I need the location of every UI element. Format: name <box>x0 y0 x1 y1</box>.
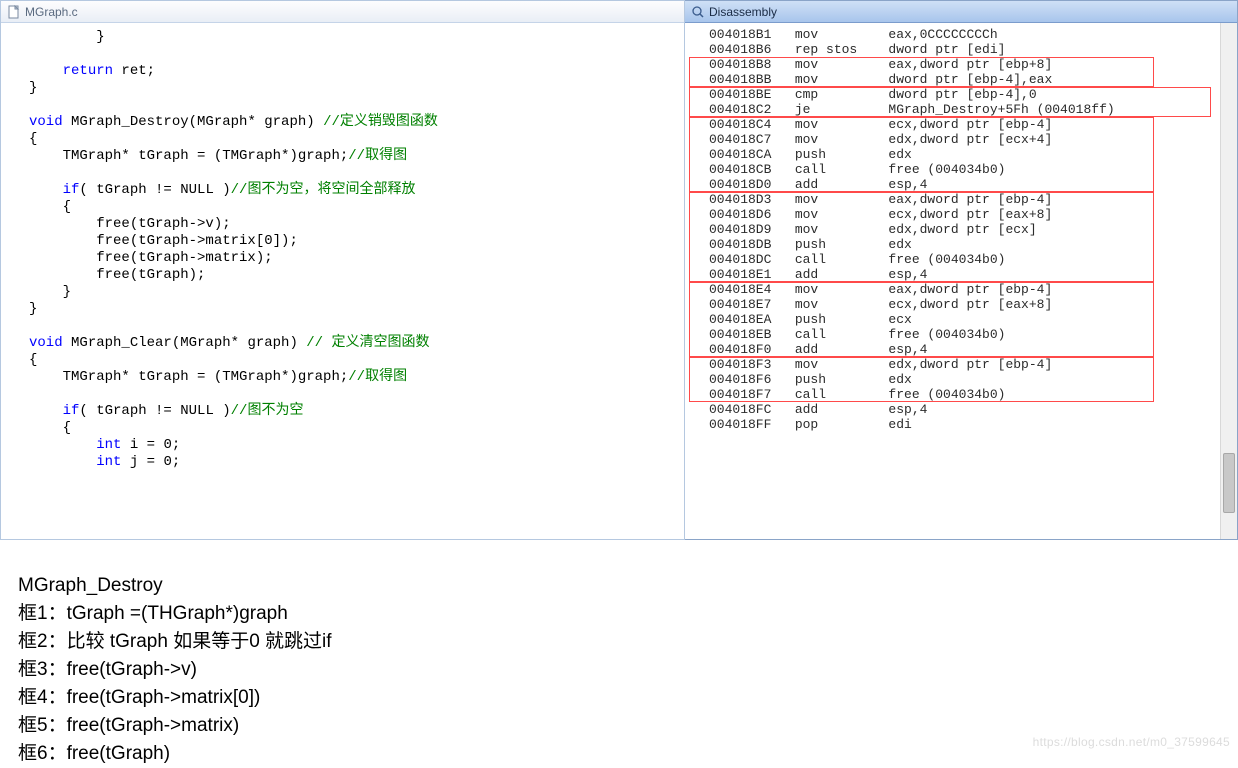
source-file-name: MGraph.c <box>25 5 78 19</box>
disassembly-title: Disassembly <box>709 5 777 19</box>
asm-row: 004018D9 mov edx,dword ptr [ecx] <box>709 222 1237 237</box>
asm-row: 004018C4 mov ecx,dword ptr [ebp-4] <box>709 117 1237 132</box>
note-line: 框3：free(tGraph->v) <box>18 656 1220 684</box>
asm-row: 004018D0 add esp,4 <box>709 177 1237 192</box>
asm-row: 004018FC add esp,4 <box>709 402 1237 417</box>
code-line: if( tGraph != NULL )//图不为空，将空间全部释放 <box>29 182 680 199</box>
asm-row: 004018B1 mov eax,0CCCCCCCCh <box>709 27 1237 42</box>
code-line: return ret; <box>29 63 680 80</box>
asm-row: 004018D6 mov ecx,dword ptr [eax+8] <box>709 207 1237 222</box>
code-line: } <box>29 284 680 301</box>
asm-row: 004018E7 mov ecx,dword ptr [eax+8] <box>709 297 1237 312</box>
code-line: free(tGraph); <box>29 267 680 284</box>
code-line <box>29 386 680 403</box>
magnifier-icon <box>691 5 705 19</box>
note-line: 框1：tGraph =(THGraph*)graph <box>18 600 1220 628</box>
notes-title: MGraph_Destroy <box>18 572 1220 600</box>
code-line: void MGraph_Clear(MGraph* graph) // 定义清空… <box>29 335 680 352</box>
asm-row: 004018F7 call free (004034b0) <box>709 387 1237 402</box>
code-line: int i = 0; <box>29 437 680 454</box>
asm-row: 004018DB push edx <box>709 237 1237 252</box>
code-line: TMGraph* tGraph = (TMGraph*)graph;//取得图 <box>29 148 680 165</box>
asm-row: 004018E4 mov eax,dword ptr [ebp-4] <box>709 282 1237 297</box>
asm-row: 004018EB call free (004034b0) <box>709 327 1237 342</box>
disassembly-titlebar[interactable]: Disassembly <box>685 1 1237 23</box>
code-line: { <box>29 352 680 369</box>
asm-row: 004018B8 mov eax,dword ptr [ebp+8] <box>709 57 1237 72</box>
disassembly-listing[interactable]: 004018B1 mov eax,0CCCCCCCCh004018B6 rep … <box>685 23 1237 436</box>
code-line: } <box>29 29 680 46</box>
asm-row: 004018BB mov dword ptr [ebp-4],eax <box>709 72 1237 87</box>
vertical-scrollbar[interactable] <box>1220 23 1237 539</box>
code-line: if( tGraph != NULL )//图不为空 <box>29 403 680 420</box>
code-line: { <box>29 131 680 148</box>
asm-row: 004018B6 rep stos dword ptr [edi] <box>709 42 1237 57</box>
code-line: { <box>29 420 680 437</box>
scroll-thumb[interactable] <box>1223 453 1235 513</box>
asm-row: 004018D3 mov eax,dword ptr [ebp-4] <box>709 192 1237 207</box>
code-line <box>29 318 680 335</box>
asm-row: 004018F6 push edx <box>709 372 1237 387</box>
asm-row: 004018C7 mov edx,dword ptr [ecx+4] <box>709 132 1237 147</box>
watermark: https://blog.csdn.net/m0_37599645 <box>1033 735 1230 749</box>
asm-row: 004018FF pop edi <box>709 417 1237 432</box>
code-line <box>29 97 680 114</box>
note-line: 框4：free(tGraph->matrix[0]) <box>18 684 1220 712</box>
code-line: int j = 0; <box>29 454 680 471</box>
c-file-icon <box>7 5 21 19</box>
asm-row: 004018CB call free (004034b0) <box>709 162 1237 177</box>
code-line: } <box>29 80 680 97</box>
code-line <box>29 165 680 182</box>
note-line: 框2：比较 tGraph 如果等于0 就跳过if <box>18 628 1220 656</box>
asm-row: 004018F3 mov edx,dword ptr [ebp-4] <box>709 357 1237 372</box>
source-file-tab[interactable]: MGraph.c <box>1 1 684 23</box>
code-line: } <box>29 301 680 318</box>
code-line <box>29 46 680 63</box>
annotation-notes: MGraph_Destroy 框1：tGraph =(THGraph*)grap… <box>0 540 1238 768</box>
code-line: { <box>29 199 680 216</box>
asm-row: 004018E1 add esp,4 <box>709 267 1237 282</box>
source-code-panel: MGraph.c } return ret;} void MGraph_Dest… <box>0 0 685 540</box>
disassembly-panel: Disassembly 004018B1 mov eax,0CCCCCCCCh0… <box>685 0 1238 540</box>
code-line: free(tGraph->matrix[0]); <box>29 233 680 250</box>
asm-row: 004018BE cmp dword ptr [ebp-4],0 <box>709 87 1237 102</box>
asm-row: 004018DC call free (004034b0) <box>709 252 1237 267</box>
asm-row: 004018CA push edx <box>709 147 1237 162</box>
asm-row: 004018EA push ecx <box>709 312 1237 327</box>
asm-row: 004018C2 je MGraph_Destroy+5Fh (004018ff… <box>709 102 1237 117</box>
code-line: free(tGraph->v); <box>29 216 680 233</box>
source-code-area[interactable]: } return ret;} void MGraph_Destroy(MGrap… <box>1 23 684 539</box>
code-line: free(tGraph->matrix); <box>29 250 680 267</box>
asm-row: 004018F0 add esp,4 <box>709 342 1237 357</box>
code-line: void MGraph_Destroy(MGraph* graph) //定义销… <box>29 114 680 131</box>
code-line: TMGraph* tGraph = (TMGraph*)graph;//取得图 <box>29 369 680 386</box>
